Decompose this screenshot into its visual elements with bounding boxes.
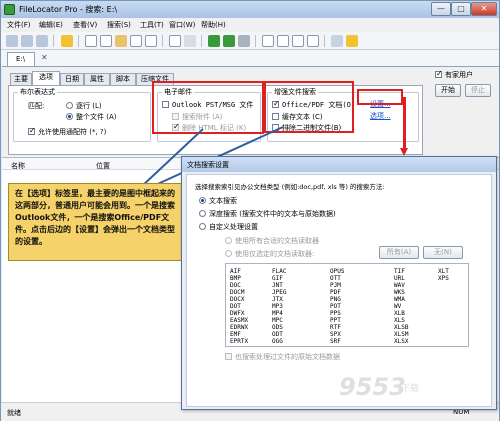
extension-item: JTX [272, 296, 283, 303]
document-search-settings-dialog: 文档搜索设置 选择搜索索引见办公文档类型 (例如:doc,pdf, xls 等)… [181, 156, 497, 410]
extension-item: EDRWX [230, 324, 249, 331]
app-window: FileLocator Pro - 搜索: E:\ — □ ✕ 文件(F) 编辑… [0, 0, 500, 421]
extension-item: WV [394, 303, 402, 310]
extension-item: PNG [330, 296, 341, 303]
extension-item: ODT [272, 331, 283, 338]
dialog-title-bar[interactable]: 文档搜索设置 [182, 157, 496, 172]
radio-text-search-label: 文本搜索 [209, 197, 237, 205]
extension-item: WKS [394, 289, 405, 296]
dialog-prompt: 选择搜索索引见办公文档类型 (例如:doc,pdf, xls 等) 的搜索方法: [195, 183, 385, 191]
extension-item: JNT [272, 282, 283, 289]
radio-custom-processing[interactable] [199, 223, 206, 230]
extension-item: JPEG [272, 289, 287, 296]
extension-item: DOCX [230, 296, 245, 303]
radio-text-search[interactable] [199, 197, 206, 204]
extension-item: EPRTX [230, 338, 249, 345]
extension-item: DWFX [230, 310, 245, 317]
extension-item: RTF [330, 324, 341, 331]
selected-readers-label: 使用仅选定的文档读取器: [235, 250, 315, 258]
extension-item: WAV [394, 282, 405, 289]
extension-item: SPX [330, 331, 341, 338]
extension-list[interactable]: AIF FLAC OPUS TIF XLT BMP GIF OTT URL XPS DOC JNT PJ… [225, 263, 469, 347]
extension-item: EASMX [230, 317, 249, 324]
extension-item: PJM [330, 282, 341, 289]
extension-item: FLAC [272, 268, 287, 275]
extension-item: WMA [394, 296, 405, 303]
extension-item: XLSX [394, 338, 409, 345]
extension-item: PPS [330, 310, 341, 317]
extension-item: AIF [230, 268, 241, 275]
watermark-subtext: 下载 [401, 384, 420, 394]
extension-item: TIF [394, 268, 405, 275]
radio-selected-readers[interactable] [225, 250, 232, 257]
extension-item: EMF [230, 331, 241, 338]
extension-item: ODS [272, 324, 283, 331]
radio-deep-search[interactable] [199, 210, 206, 217]
extension-item: OTT [330, 275, 341, 282]
extension-item: DOC [230, 282, 241, 289]
extension-item: SRF [330, 338, 341, 345]
extension-item: PDF [330, 289, 341, 296]
radio-custom-label: 自定义处理设置 [209, 223, 258, 231]
radio-all-readers[interactable] [225, 237, 232, 244]
also-search-raw-checkbox[interactable] [225, 353, 232, 360]
extension-item: GIF [272, 275, 283, 282]
dialog-title: 文档搜索设置 [187, 161, 229, 169]
extension-item: DOCM [230, 289, 245, 296]
extension-item: POT [330, 303, 341, 310]
select-all-button[interactable]: 所有(A) [379, 246, 419, 259]
extension-item: BMP [230, 275, 241, 282]
extension-item: XLSM [394, 331, 409, 338]
extension-item: PPT [330, 317, 341, 324]
annotation-callout: 在【选项】标签里，最主要的是图中框起来的这两部分，普通用户可能会用到。一个是搜索… [8, 183, 184, 261]
extension-item: XLSB [394, 324, 409, 331]
radio-deep-search-label: 深度搜索 (搜索文件中的文本与原始数据) [209, 210, 336, 218]
extension-item: XLB [394, 310, 405, 317]
extension-item: XPS [438, 275, 449, 282]
extension-item: XLS [394, 317, 405, 324]
all-readers-label: 使用所有合适的文档读取器 [235, 237, 319, 245]
extension-item: OGG [272, 338, 283, 345]
select-none-button[interactable]: 无(N) [423, 246, 463, 259]
extension-item: DOT [230, 303, 241, 310]
extension-item: MPC [272, 317, 283, 324]
also-search-raw-label: 也搜索处理过文件的原始文档数据 [235, 353, 340, 361]
extension-item: URL [394, 275, 405, 282]
extension-item: XLT [438, 268, 449, 275]
extension-item: MP3 [272, 303, 283, 310]
watermark-logo: 9553 [339, 373, 406, 401]
extension-item: MP4 [272, 310, 283, 317]
extension-item: OPUS [330, 268, 345, 275]
